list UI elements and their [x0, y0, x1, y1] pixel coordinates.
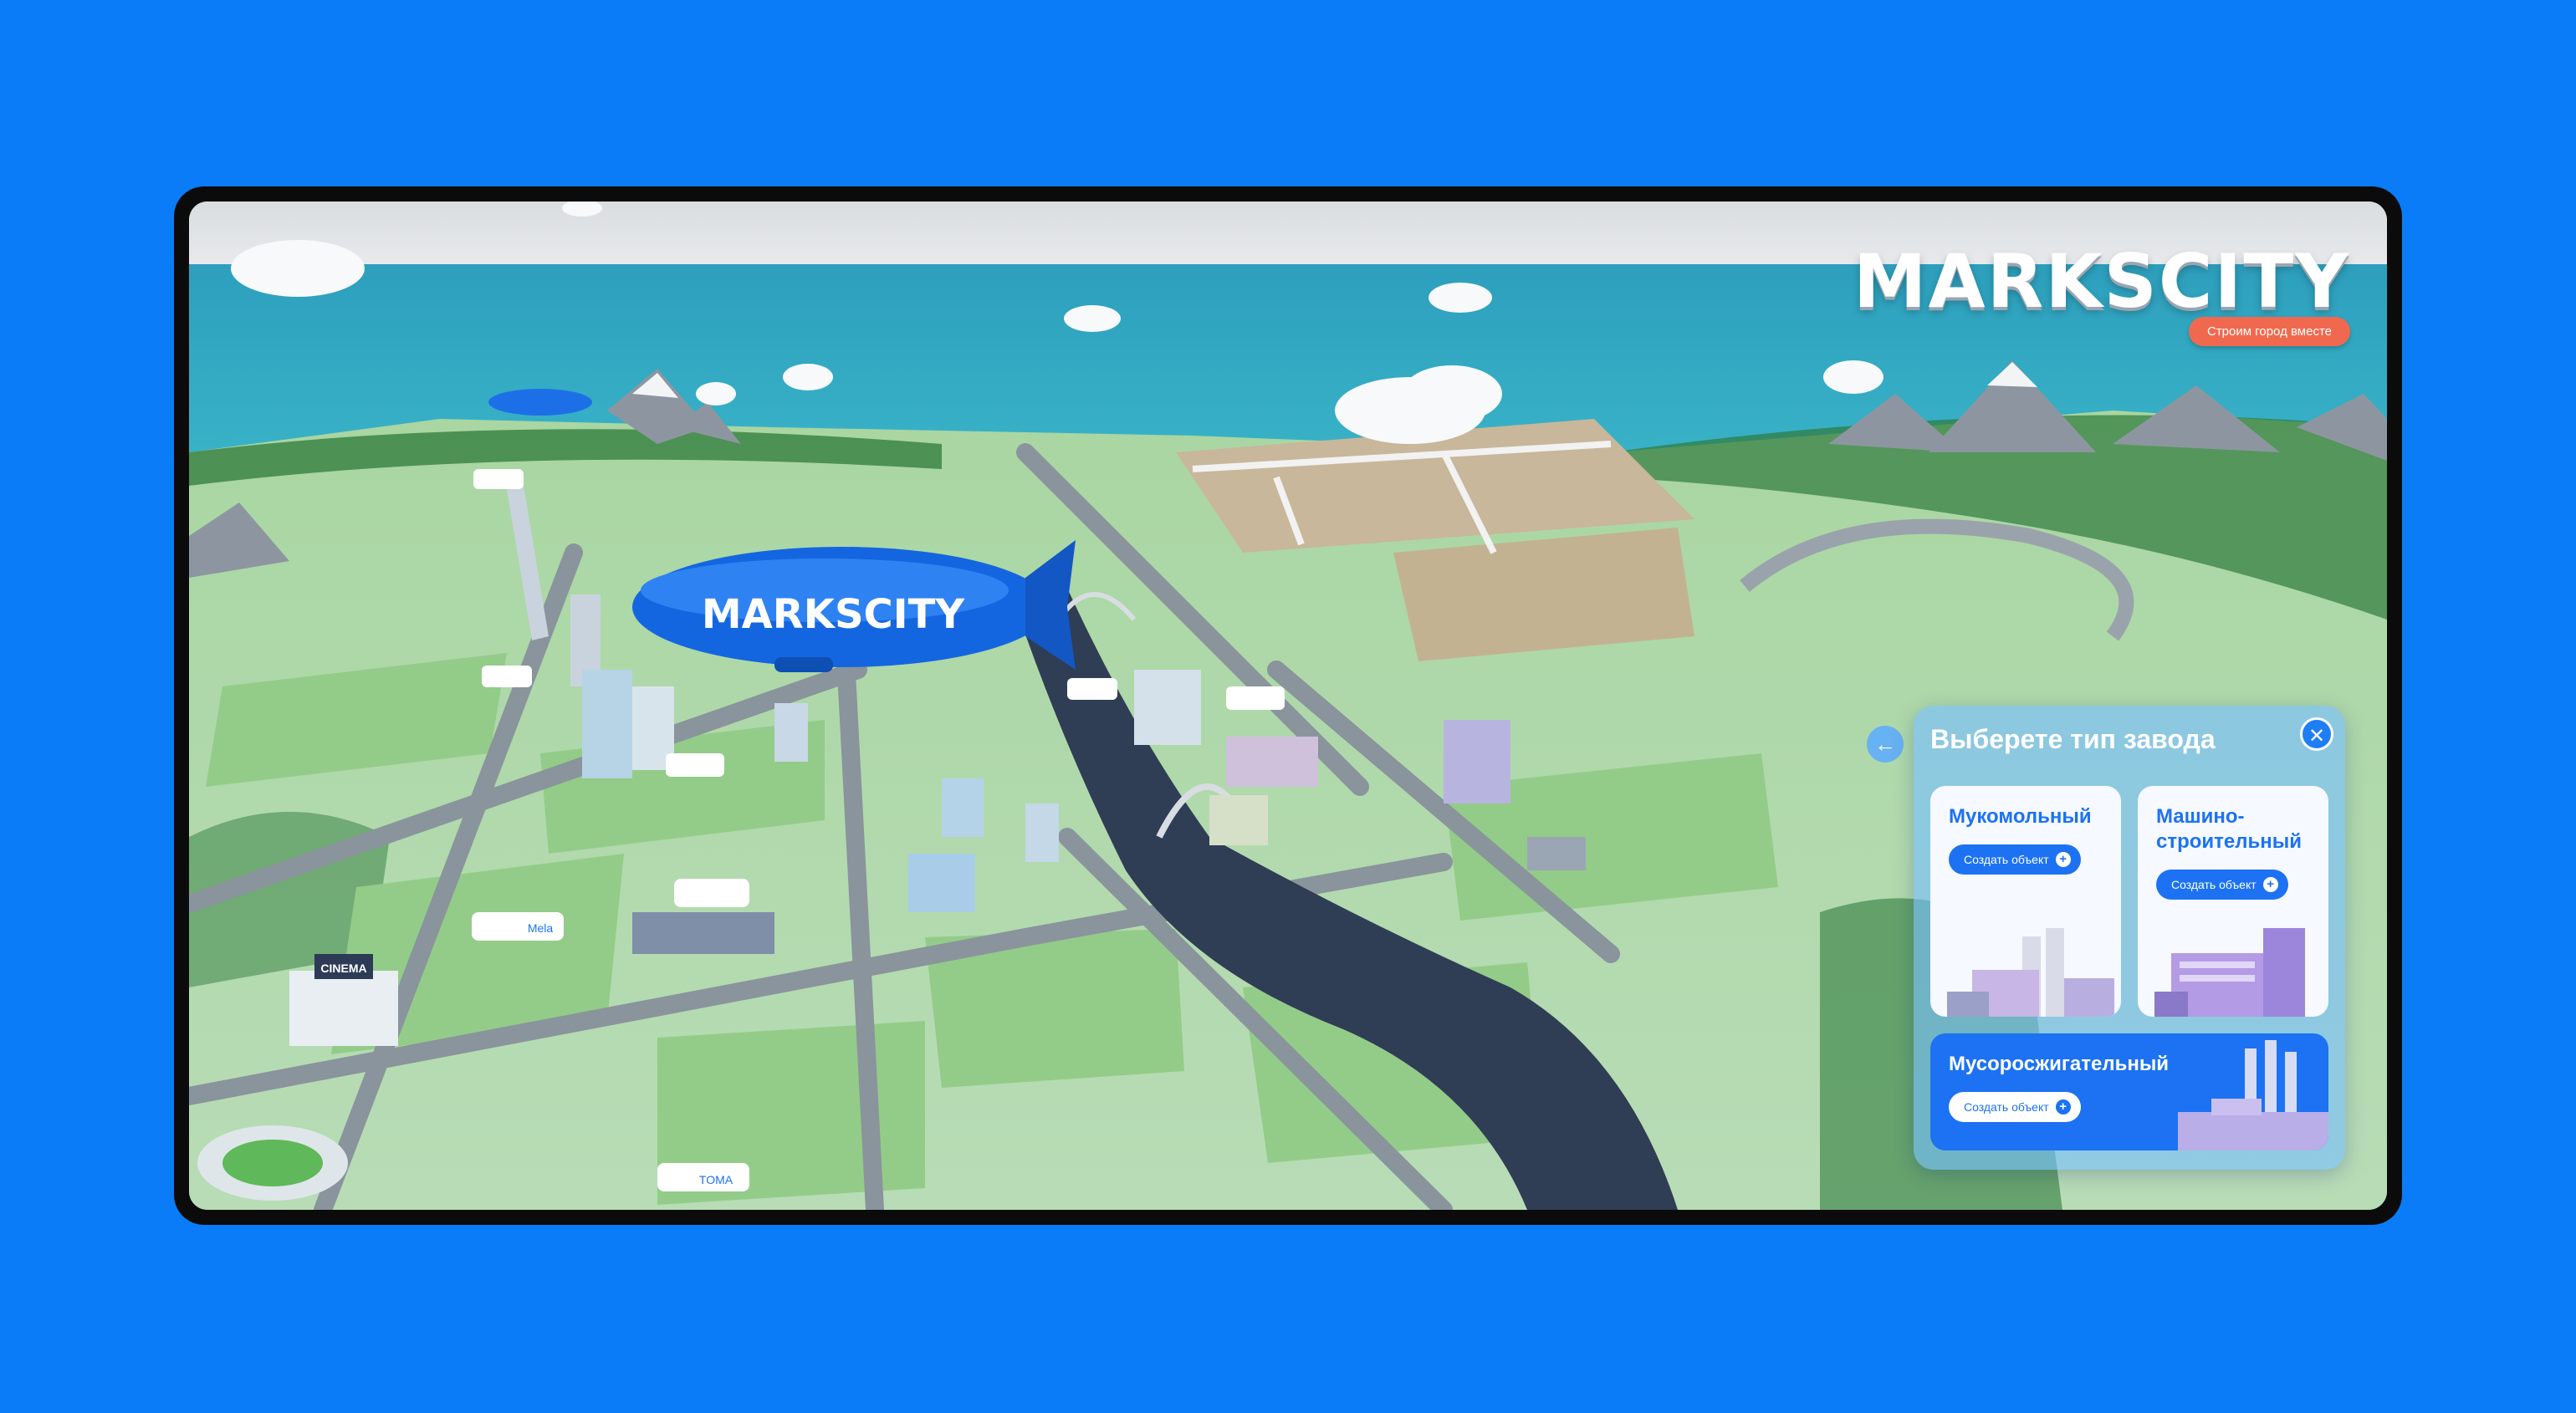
small-airship — [488, 389, 592, 416]
app-logo: MARKSCITY — [1853, 238, 2350, 324]
plus-icon: + — [2055, 1099, 2071, 1115]
create-object-label: Создать объект — [1964, 853, 2049, 866]
create-object-button[interactable]: Создать объект + — [2156, 870, 2288, 900]
arrow-left-icon[interactable]: ← — [1867, 726, 1904, 763]
sign-mela: Mela — [528, 921, 554, 935]
plus-icon: + — [2262, 877, 2278, 892]
airship-label: MARKSCITY — [702, 591, 965, 638]
incinerator-illustration — [2178, 1040, 2328, 1150]
card-title: Мукомольный — [1949, 805, 2092, 828]
factory-type-panel: Выберете тип завода ✕ Мукомольный Создат… — [1914, 706, 2345, 1170]
create-object-label: Создать объект — [1964, 1100, 2049, 1114]
factory-card-incinerator[interactable]: Мусоросжигательный Создать объект + — [1930, 1033, 2328, 1150]
cinema-sign: CINEMA — [320, 962, 366, 975]
plus-icon: + — [2055, 852, 2071, 867]
machine-factory-illustration — [2154, 928, 2305, 1017]
panel-title: Выберете тип завода — [1930, 724, 2216, 754]
card-title: Мусоросжигательный — [1949, 1053, 2170, 1075]
tagline-badge[interactable]: Строим город вместе — [2188, 317, 2350, 346]
factory-card-machine[interactable]: Машино- строительный Создать объект + — [2138, 786, 2328, 1017]
create-object-button[interactable]: Создать объект + — [1949, 844, 2081, 875]
game-viewport[interactable]: CINEMA Mela TOMA MARKSCITY MARKSCITY Стр… — [189, 201, 2387, 1210]
create-object-label: Создать объект — [2171, 878, 2257, 891]
sign-toma: TOMA — [699, 1173, 733, 1186]
device-frame: CINEMA Mela TOMA MARKSCITY MARKSCITY Стр… — [174, 186, 2402, 1225]
factory-card-flour[interactable]: Мукомольный Создать объект + — [1930, 786, 2121, 1017]
flour-mill-illustration — [1947, 928, 2114, 1017]
create-object-button[interactable]: Создать объект + — [1949, 1092, 2081, 1122]
close-icon[interactable]: ✕ — [2300, 717, 2333, 751]
card-title: Машино- строительный — [2156, 805, 2303, 853]
